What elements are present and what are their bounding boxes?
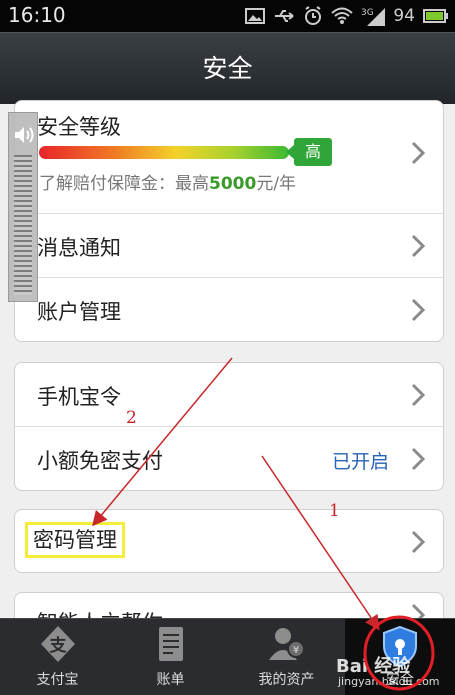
- assets-icon: ¥: [268, 628, 305, 660]
- tab-bill[interactable]: 账单: [122, 619, 219, 695]
- title-bar: 安全: [0, 32, 455, 104]
- insurance-prefix: 了解赔付保障金：最高: [39, 174, 209, 194]
- device-card: 手机宝令 小额免密支付 已开启: [14, 362, 444, 491]
- chevron-right-icon: [411, 234, 425, 258]
- chevron-right-icon: [411, 530, 425, 554]
- chevron-right-icon: [411, 141, 425, 165]
- insurance-suffix: 元/年: [256, 174, 297, 194]
- security-level-row[interactable]: 安全等级 高 了解赔付保障金：最高5000元/年: [15, 101, 443, 214]
- usb-icon: [275, 10, 294, 22]
- token-label: 手机宝令: [37, 385, 121, 409]
- notify-row[interactable]: 消息通知: [15, 214, 443, 278]
- signal-icon: 3G: [361, 8, 386, 26]
- password-label: 密码管理: [33, 528, 117, 552]
- tab-assets-label: 我的资产: [258, 672, 315, 688]
- small-pay-row[interactable]: 小额免密支付 已开启: [15, 427, 443, 490]
- tab-bill-label: 账单: [156, 672, 185, 688]
- watermark-url: jingyan.baidu.com: [338, 675, 440, 688]
- security-level-bar: [39, 146, 289, 159]
- battery-icon: [423, 9, 448, 23]
- account-label: 账户管理: [37, 300, 121, 324]
- small-pay-status: 已开启: [331, 451, 389, 473]
- security-card: 安全等级 高 了解赔付保障金：最高5000元/年 消息通知 账户管理: [14, 100, 444, 342]
- svg-text:¥: ¥: [292, 645, 298, 656]
- insurance-text: 了解赔付保障金：最高5000元/年: [39, 169, 296, 194]
- insurance-amount: 5000: [209, 174, 257, 194]
- annotation-label-1: 1: [329, 501, 340, 521]
- battery-level: 94: [393, 6, 415, 26]
- alarm-icon: [305, 6, 322, 25]
- image-icon: [245, 8, 266, 24]
- token-row[interactable]: 手机宝令: [15, 363, 443, 427]
- svg-text:3G: 3G: [361, 8, 374, 18]
- status-icons: 3G 94: [245, 5, 449, 27]
- wifi-icon: [331, 7, 354, 24]
- speaker-icon: [15, 127, 34, 143]
- security-level-label: 安全等级: [37, 115, 121, 139]
- small-pay-label: 小额免密支付: [37, 449, 163, 473]
- svg-text:支: 支: [49, 635, 67, 656]
- notify-label: 消息通知: [37, 236, 121, 260]
- account-row[interactable]: 账户管理: [15, 278, 443, 341]
- annotation-label-2: 2: [126, 408, 137, 428]
- page-title: 安全: [202, 54, 253, 83]
- chevron-right-icon: [411, 383, 425, 407]
- security-level-badge: 高: [286, 138, 332, 166]
- tab-alipay[interactable]: 支 支付宝: [9, 619, 106, 695]
- chevron-right-icon: [411, 447, 425, 471]
- volume-level-bar[interactable]: [14, 155, 32, 295]
- volume-overlay[interactable]: [8, 112, 38, 302]
- password-highlight: 密码管理: [25, 522, 125, 558]
- tab-assets[interactable]: ¥ 我的资产: [238, 619, 335, 695]
- chevron-right-icon: [411, 298, 425, 322]
- password-card: 密码管理: [14, 509, 444, 573]
- bill-icon: [158, 627, 183, 661]
- password-row[interactable]: 密码管理: [15, 510, 443, 572]
- alipay-icon: 支: [40, 626, 75, 662]
- status-bar: 16:10 3G 94: [0, 0, 455, 32]
- status-time: 16:10: [8, 3, 66, 27]
- tab-alipay-label: 支付宝: [36, 672, 79, 688]
